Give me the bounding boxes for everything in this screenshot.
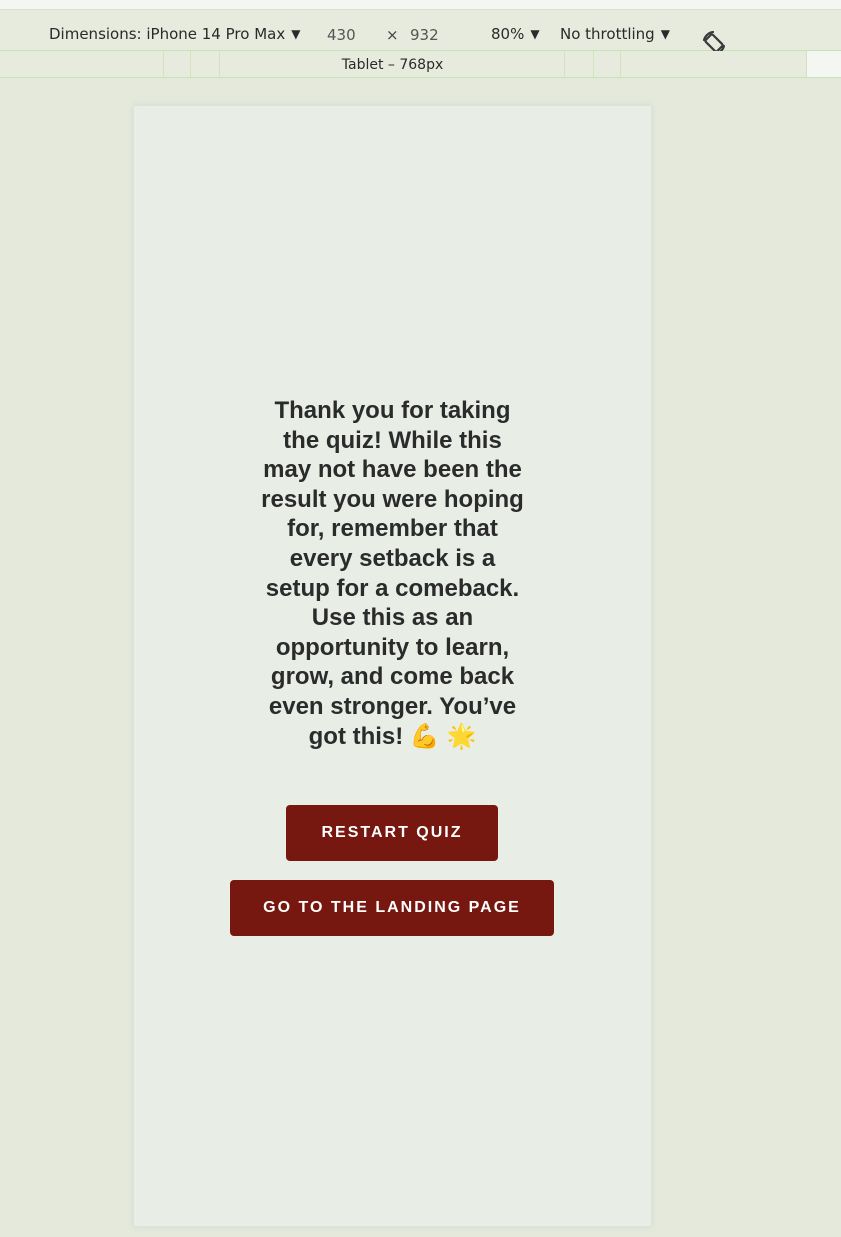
height-input[interactable]: 932 [410, 21, 439, 49]
dimensions-label: Dimensions: iPhone 14 Pro Max [49, 25, 286, 43]
landing-page-button[interactable]: GO TO THE LANDING PAGE [230, 880, 554, 936]
device-viewport: Thank you for taking the quiz! While thi… [133, 105, 652, 1227]
throttling-dropdown[interactable]: No throttling ▼ [560, 10, 670, 50]
times-symbol: × [386, 26, 399, 44]
breakpoint-ruler: Tablet – 768px [0, 51, 841, 78]
top-strip [0, 0, 841, 10]
ruler-end-segment[interactable] [806, 51, 841, 77]
chevron-down-icon: ▼ [291, 27, 301, 41]
restart-quiz-button[interactable]: RESTART QUIZ [286, 805, 498, 861]
breakpoint-label[interactable]: Tablet – 768px [0, 51, 785, 79]
zoom-dropdown[interactable]: 80% ▼ [491, 10, 540, 50]
chevron-down-icon: ▼ [660, 27, 670, 41]
result-message: Thank you for taking the quiz! While thi… [261, 397, 524, 750]
width-input[interactable]: 430 [327, 21, 356, 49]
chevron-down-icon: ▼ [530, 27, 540, 41]
dimensions-dropdown[interactable]: Dimensions: iPhone 14 Pro Max ▼ [49, 10, 300, 50]
throttling-label: No throttling [560, 25, 655, 43]
devtools-toolbar: Dimensions: iPhone 14 Pro Max ▼ 430 × 932… [0, 10, 841, 56]
zoom-label: 80% [491, 25, 525, 43]
